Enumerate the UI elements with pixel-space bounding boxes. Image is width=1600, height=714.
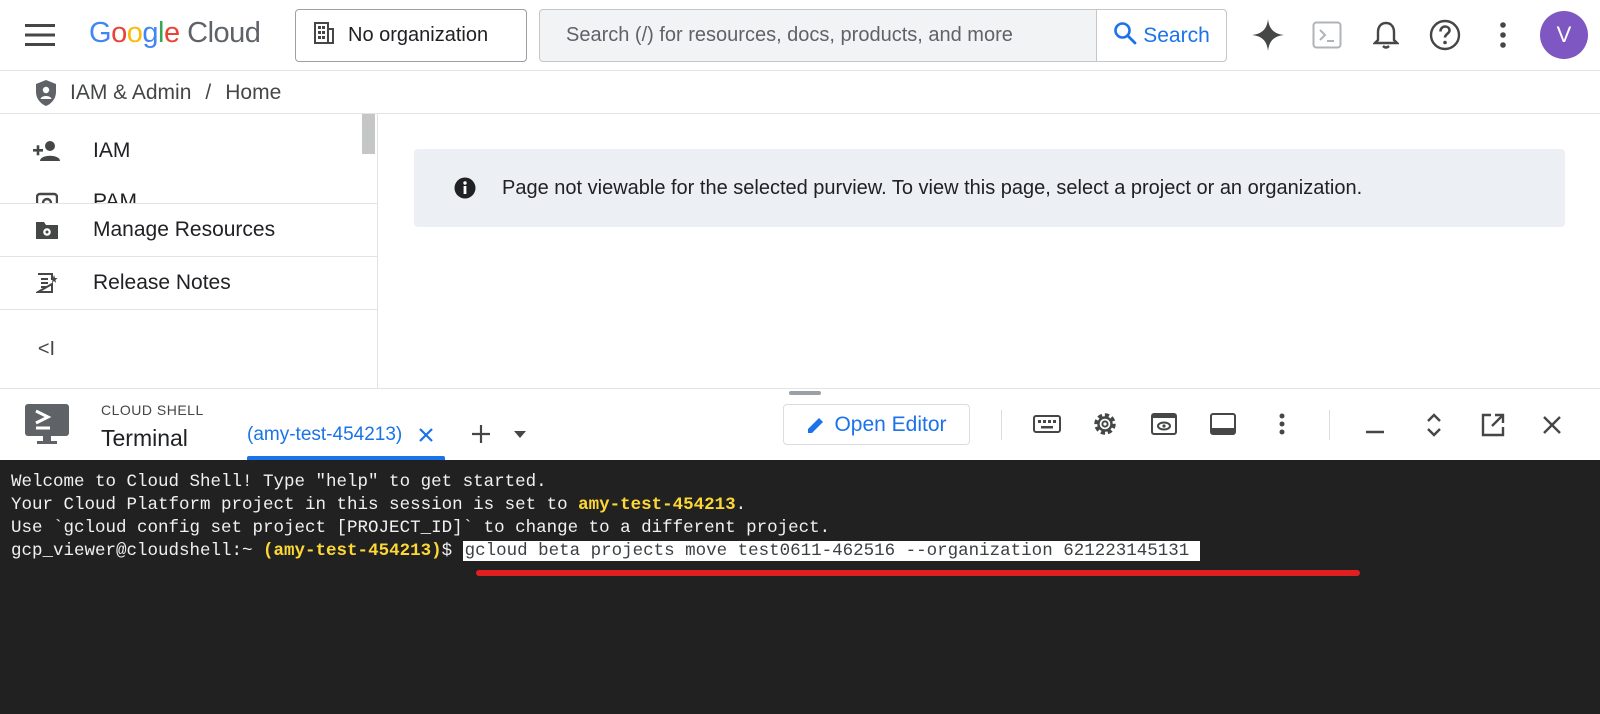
- prompt-project: (amy-test-454213): [263, 541, 442, 561]
- building-icon: [314, 21, 334, 50]
- top-bar: Google Cloud No organization Search V: [0, 0, 1600, 71]
- sidebar-scrollbar[interactable]: [362, 114, 375, 154]
- logo-letter: o: [126, 17, 143, 49]
- sidebar-nav: IAM PAM Manage Resources Release Notes <…: [0, 114, 378, 388]
- organization-selector-button[interactable]: No organization: [295, 9, 527, 62]
- info-icon: [454, 177, 476, 199]
- tab-label: (amy-test-454213): [247, 424, 403, 445]
- camera-shield-icon: [0, 177, 93, 203]
- search-bar: Search: [539, 9, 1227, 62]
- terminal-prompt-line: gcp_viewer@cloudshell:~ (amy-test-454213…: [11, 541, 1600, 564]
- terminal-project-id: amy-test-454213: [578, 495, 736, 515]
- folder-gear-icon: [0, 219, 93, 241]
- breadcrumb: IAM & Admin / Home: [0, 72, 1600, 114]
- close-shell-icon[interactable]: [1537, 410, 1567, 440]
- person-add-icon: [0, 140, 93, 162]
- banner-message: Page not viewable for the selected purvi…: [502, 176, 1363, 199]
- more-options-icon[interactable]: [1491, 18, 1515, 52]
- cloud-shell-icon[interactable]: [1311, 19, 1343, 51]
- close-tab-icon[interactable]: [418, 424, 434, 443]
- logo-letter: g: [142, 17, 158, 49]
- notes-icon: [0, 272, 93, 294]
- open-editor-label: Open Editor: [834, 412, 947, 436]
- toolbar-divider: [1329, 410, 1330, 440]
- terminal-text: .: [735, 495, 747, 515]
- logo-letter: G: [89, 17, 112, 49]
- gemini-sparkle-icon[interactable]: [1249, 16, 1287, 54]
- annotation-underline: [476, 570, 1360, 576]
- logo-product-name: Cloud: [187, 17, 261, 49]
- help-icon[interactable]: [1428, 18, 1462, 52]
- terminal-command-input[interactable]: gcloud beta projects move test0611-46251…: [462, 541, 1201, 561]
- google-cloud-logo[interactable]: Google Cloud: [89, 17, 261, 50]
- search-input[interactable]: [540, 10, 1096, 61]
- resize-handle[interactable]: [789, 391, 821, 395]
- expand-collapse-icon[interactable]: [1420, 410, 1448, 440]
- sidebar-item-label: Manage Resources: [93, 218, 276, 241]
- sidebar-item-release-notes[interactable]: Release Notes: [0, 256, 377, 309]
- logo-letter: o: [111, 17, 127, 49]
- sidebar-item-label: IAM: [93, 138, 131, 162]
- add-tab-icon[interactable]: [469, 422, 493, 446]
- layout-panel-icon[interactable]: [1208, 410, 1238, 438]
- open-editor-button[interactable]: Open Editor: [783, 404, 970, 445]
- settings-gear-icon[interactable]: [1090, 409, 1120, 439]
- open-new-window-icon[interactable]: [1478, 410, 1508, 440]
- sidebar-item-iam[interactable]: IAM: [0, 124, 377, 177]
- search-button-label: Search: [1143, 23, 1210, 47]
- tab-dropdown-icon[interactable]: [510, 426, 530, 442]
- minimize-icon[interactable]: [1361, 410, 1389, 440]
- collapse-sidebar-icon: <I: [37, 337, 56, 360]
- iam-shield-icon: [34, 79, 58, 107]
- terminal-line: Use `gcloud config set project [PROJECT_…: [11, 518, 831, 538]
- sidebar-item-manage-resources[interactable]: Manage Resources: [0, 203, 377, 256]
- organization-selector-label: No organization: [348, 24, 489, 46]
- cloud-shell-section-label: CLOUD SHELL: [101, 402, 204, 418]
- cloud-shell-title: Terminal: [101, 425, 188, 451]
- terminal-line: Your Cloud Platform project in this sess…: [11, 495, 1600, 518]
- terminal-line: Welcome to Cloud Shell! Type "help" to g…: [11, 472, 547, 492]
- toolbar-divider: [1001, 410, 1002, 440]
- tab-terminal-session[interactable]: (amy-test-454213): [247, 418, 445, 460]
- sidebar-item-pam[interactable]: PAM: [0, 177, 377, 203]
- logo-letter: e: [163, 17, 180, 49]
- search-button[interactable]: Search: [1096, 10, 1226, 61]
- notifications-bell-icon[interactable]: [1369, 18, 1403, 52]
- breadcrumb-current-page: Home: [225, 80, 282, 104]
- pencil-icon: [806, 415, 826, 435]
- terminal-text: Your Cloud Platform project in this sess…: [11, 495, 579, 515]
- breadcrumb-section-link[interactable]: IAM & Admin: [70, 81, 191, 105]
- search-icon: [1113, 21, 1137, 51]
- sidebar-collapse-button[interactable]: <I: [0, 309, 377, 388]
- prompt-symbol: $: [441, 541, 463, 561]
- keyboard-icon[interactable]: [1031, 410, 1063, 438]
- sidebar-item-label: PAM: [93, 190, 137, 203]
- account-avatar[interactable]: V: [1540, 11, 1588, 59]
- shell-more-options-icon[interactable]: [1272, 408, 1292, 440]
- info-banner: Page not viewable for the selected purvi…: [414, 149, 1565, 227]
- cloud-shell-terminal-icon: [22, 402, 72, 446]
- prompt-user: gcp_viewer@cloudshell:~: [11, 541, 264, 561]
- web-preview-icon[interactable]: [1149, 410, 1179, 438]
- sidebar-item-label: Release Notes: [93, 271, 231, 294]
- terminal-output[interactable]: Welcome to Cloud Shell! Type "help" to g…: [0, 460, 1600, 714]
- breadcrumb-separator: /: [205, 80, 212, 104]
- main-menu-icon[interactable]: [22, 17, 58, 53]
